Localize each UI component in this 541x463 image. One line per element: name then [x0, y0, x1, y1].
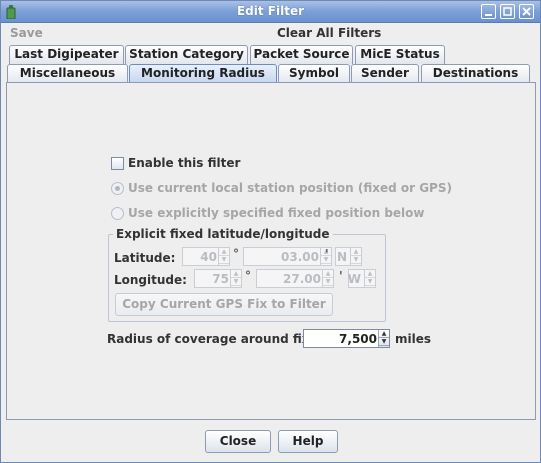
use-explicit-position-label: Use explicitly specified fixed position …	[128, 206, 425, 220]
tab-packet-source[interactable]: Packet Source	[250, 45, 353, 64]
spinner-arrows[interactable]: ▲ ▼	[378, 330, 389, 347]
spinner-up-icon[interactable]: ▲	[231, 270, 241, 278]
spinner-arrows[interactable]: ▲ ▼	[364, 270, 375, 287]
longitude-minute-symbol: '	[339, 269, 343, 283]
spinner-down-icon[interactable]: ▼	[219, 256, 229, 264]
longitude-label: Longitude:	[114, 273, 187, 287]
spinner-arrows[interactable]: ▲ ▼	[230, 270, 241, 287]
longitude-degree-symbol: °	[245, 269, 251, 283]
latitude-minutes-value: 03.00	[281, 250, 319, 264]
latitude-label: Latitude:	[114, 251, 176, 265]
latitude-minute-symbol: '	[325, 247, 329, 261]
use-current-position-label: Use current local station position (fixe…	[128, 181, 452, 195]
help-button[interactable]: Help	[278, 430, 338, 453]
latitude-direction-value: N	[336, 250, 347, 264]
longitude-direction-spinner[interactable]: W ▲ ▼	[348, 269, 376, 288]
spinner-arrows[interactable]: ▲ ▼	[350, 248, 361, 265]
maximize-icon	[503, 7, 512, 16]
enable-filter-label: Enable this filter	[128, 156, 241, 170]
tab-monitoring-radius[interactable]: Monitoring Radius	[129, 64, 277, 83]
spinner-up-icon[interactable]: ▲	[323, 270, 333, 278]
tab-symbol[interactable]: Symbol	[278, 64, 350, 83]
close-button[interactable]: Close	[205, 430, 271, 453]
longitude-minutes-spinner[interactable]: 27.00 ▲ ▼	[256, 269, 334, 288]
menu-clear-all-filters[interactable]: Clear All Filters	[277, 26, 381, 40]
spinner-down-icon[interactable]: ▼	[323, 278, 333, 286]
menu-bar: Save Clear All Filters	[1, 23, 540, 43]
spinner-up-icon[interactable]: ▲	[379, 330, 389, 338]
spinner-arrows[interactable]: ▲ ▼	[218, 248, 229, 265]
title-bar[interactable]: Edit Filter	[1, 1, 540, 23]
spinner-up-icon[interactable]: ▲	[219, 248, 229, 256]
radius-spinner[interactable]: 7,500 ▲ ▼	[303, 329, 390, 348]
spinner-up-icon[interactable]: ▲	[365, 270, 375, 278]
enable-filter-checkbox[interactable]	[111, 157, 124, 170]
longitude-minutes-value: 27.00	[283, 272, 321, 286]
close-window-button[interactable]	[519, 4, 534, 19]
spinner-down-icon[interactable]: ▼	[379, 338, 389, 346]
latitude-minutes-spinner[interactable]: 03.00 ▲ ▼	[243, 247, 332, 266]
tab-mice-status[interactable]: MicE Status	[355, 45, 445, 64]
latitude-direction-spinner[interactable]: N ▲ ▼	[335, 247, 362, 266]
use-current-position-radio[interactable]	[111, 182, 124, 195]
copy-gps-fix-button[interactable]: Copy Current GPS Fix to Filter	[115, 293, 333, 316]
explicit-position-group-title: Explicit fixed latitude/longitude	[113, 227, 333, 241]
tab-station-category[interactable]: Station Category	[125, 45, 248, 64]
tab-miscellaneous[interactable]: Miscellaneous	[7, 64, 128, 83]
longitude-degrees-spinner[interactable]: 75 ▲ ▼	[194, 269, 242, 288]
maximize-button[interactable]	[500, 4, 515, 19]
radius-label: Radius of coverage around fix:	[107, 332, 315, 346]
radius-value[interactable]: 7,500	[339, 332, 377, 346]
edit-filter-window: Edit Filter Save Clear All Filters Last …	[0, 0, 541, 463]
tab-destinations[interactable]: Destinations	[421, 64, 530, 83]
latitude-degree-symbol: °	[233, 247, 239, 261]
tab-last-digipeater[interactable]: Last Digipeater	[9, 45, 124, 64]
menu-save[interactable]: Save	[10, 26, 43, 40]
spinner-up-icon[interactable]: ▲	[351, 248, 361, 256]
longitude-direction-value: W	[347, 272, 361, 286]
latitude-degrees-value: 40	[200, 250, 217, 264]
minimize-button[interactable]	[481, 4, 496, 19]
spinner-arrows[interactable]: ▲ ▼	[322, 270, 333, 287]
spinner-down-icon[interactable]: ▼	[351, 256, 361, 264]
spinner-down-icon[interactable]: ▼	[365, 278, 375, 286]
radius-unit: miles	[395, 332, 432, 346]
close-icon	[522, 7, 531, 16]
tab-sender[interactable]: Sender	[351, 64, 419, 83]
longitude-degrees-value: 75	[212, 272, 229, 286]
latitude-degrees-spinner[interactable]: 40 ▲ ▼	[182, 247, 230, 266]
spinner-down-icon[interactable]: ▼	[231, 278, 241, 286]
window-title: Edit Filter	[236, 4, 305, 18]
minimize-icon	[485, 14, 492, 16]
radio-selected-dot	[115, 186, 120, 191]
use-explicit-position-radio[interactable]	[111, 207, 124, 220]
